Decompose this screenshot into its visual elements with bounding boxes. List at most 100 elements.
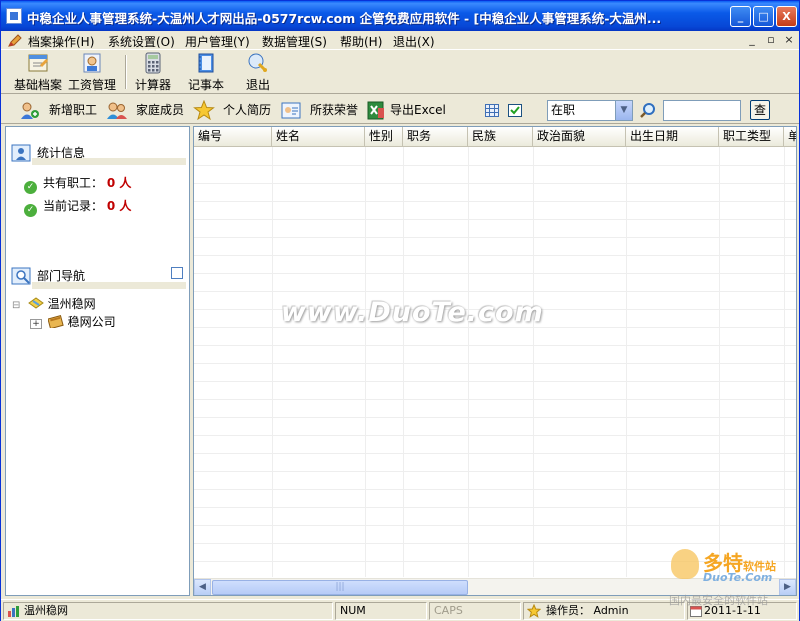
menu-archive[interactable]: 档案操作(H) [28,33,94,50]
current-records-row: ✓ 当前记录： 0 人 [24,197,131,217]
status-bar: 温州稳网 NUM CAPS 操作员： Admin 2011-1-11 国内最安全… [1,594,799,621]
check-icon: ✓ [24,181,37,194]
chevron-down-icon[interactable]: ▼ [615,101,632,120]
search-input[interactable] [663,100,741,121]
employee-grid[interactable]: 编号 姓名 性别 职务 民族 政治面貌 出生日期 职工类型 单 ◀ ||| ▶ [193,126,797,596]
grid-column-line [272,147,273,577]
tree-child-item[interactable]: + 稳网公司 [30,313,116,330]
grid-row-line [194,489,796,490]
add-employee-label: 新增职工 [49,103,98,117]
status-company: 温州稳网 [3,602,333,620]
calculator-icon [145,52,161,74]
main-window: 中稳企业人事管理系统-大温州人才网出品-0577rcw.com 企管免费应用软件… [0,0,800,621]
grid-view-icon[interactable] [485,104,499,117]
grid-column-line [468,147,469,577]
toolbar-notebook-label: 记事本 [187,78,224,92]
close-button[interactable]: X [776,6,797,27]
total-employees-label: 共有职工： [43,176,104,190]
tree-root-item[interactable]: ⊟ 温州稳网 [12,295,96,312]
minimize-button[interactable]: _ [730,6,751,27]
mdi-restore-button[interactable]: ▫ [764,33,778,46]
grid-row-line [194,345,796,346]
maximize-button[interactable]: □ [753,6,774,27]
column-header-birth-date[interactable]: 出生日期 [626,127,719,147]
watermark-tagline: 国内最安全的软件站 [669,594,768,607]
archive-icon [28,54,48,72]
search-button[interactable]: 查 [750,100,770,120]
family-icon [107,102,127,119]
grid-row-line [194,273,796,274]
statistics-divider [32,158,186,165]
tree-connector: ⊟ [12,300,21,311]
current-records-value: 0 人 [106,199,132,213]
menu-help[interactable]: 帮助(H) [340,33,382,50]
title-bar[interactable]: 中稳企业人事管理系统-大温州人才网出品-0577rcw.com 企管免费应用软件… [1,1,799,31]
grid-column-line [719,147,720,577]
grid-column-line [784,147,785,577]
company-folder-icon [47,315,64,330]
toolbar-salary-label: 工资管理 [67,78,116,92]
tree-root-label: 温州稳网 [47,297,96,311]
statistics-icon [11,144,31,162]
toolbar-archive-button[interactable]: 基础档案 [13,52,63,92]
excel-icon [367,101,384,120]
column-header-employee-type[interactable]: 职工类型 [719,127,784,147]
column-header-position[interactable]: 职务 [403,127,468,147]
grid-column-line [626,147,627,577]
toolbar-calculator-button[interactable]: 计算器 [132,52,174,92]
menu-settings[interactable]: 系统设置(O) [108,33,175,50]
mascot-icon [671,549,699,579]
grid-row-line [194,507,796,508]
mdi-minimize-button[interactable]: _ [745,33,759,46]
expand-icon[interactable]: + [30,319,42,329]
menu-users[interactable]: 用户管理(Y) [185,33,250,50]
app-icon[interactable] [6,8,22,24]
menu-data[interactable]: 数据管理(S) [262,33,327,50]
toolbar-salary-button[interactable]: 工资管理 [67,52,117,92]
total-employees-row: ✓ 共有职工： 0 人 [24,174,131,194]
grid-row-line [194,435,796,436]
grid-row-line [194,543,796,544]
grid-column-line [533,147,534,577]
family-members-label: 家庭成员 [136,103,185,117]
honors-button[interactable]: 所获荣誉 [280,99,362,121]
column-header-partial[interactable]: 单 [784,127,796,147]
toolbar-notebook-button[interactable]: 记事本 [185,52,227,92]
toolbar-exit-label: 退出 [245,78,270,92]
column-header-ethnicity[interactable]: 民族 [468,127,533,147]
scroll-left-icon[interactable]: ◀ [194,579,211,595]
search-icon[interactable] [640,102,657,119]
export-excel-button[interactable]: 导出Excel [365,99,449,121]
grid-row-line [194,453,796,454]
select-all-checkbox[interactable] [508,104,522,117]
column-header-name[interactable]: 姓名 [272,127,365,147]
column-header-political-status[interactable]: 政治面貌 [533,127,626,147]
site-watermark: www.DuoTe.com [281,297,544,328]
department-divider [32,282,186,289]
status-num: NUM [335,602,427,620]
logo-url: DuoTe.Com [703,571,773,584]
employment-status-select[interactable]: 在职 ▼ [547,100,633,121]
toolbar-separator [125,55,127,89]
total-employees-value: 0 人 [106,176,132,190]
grid-column-line [403,147,404,577]
mdi-close-button[interactable]: × [782,33,796,46]
grid-row-line [194,291,796,292]
toolbar-exit-button[interactable]: 退出 [241,52,275,92]
add-employee-icon [21,102,39,119]
toolbar-calculator-label: 计算器 [134,78,171,92]
salary-icon [83,53,101,73]
department-nav-checkbox[interactable] [171,267,183,279]
exit-icon [248,53,268,73]
family-members-button[interactable]: 家庭成员 [106,99,188,121]
star-icon [193,100,215,120]
scroll-thumb[interactable]: ||| [212,580,468,595]
resume-button[interactable]: 个人简历 [193,99,275,121]
status-operator-label: 操作员： Admin [546,604,629,617]
menu-exit[interactable]: 退出(X) [393,33,435,50]
department-search-icon [11,267,31,285]
column-header-id[interactable]: 编号 [194,127,272,147]
resume-label: 个人简历 [223,103,272,117]
column-header-gender[interactable]: 性别 [365,127,403,147]
add-employee-button[interactable]: 新增职工 [19,99,101,121]
